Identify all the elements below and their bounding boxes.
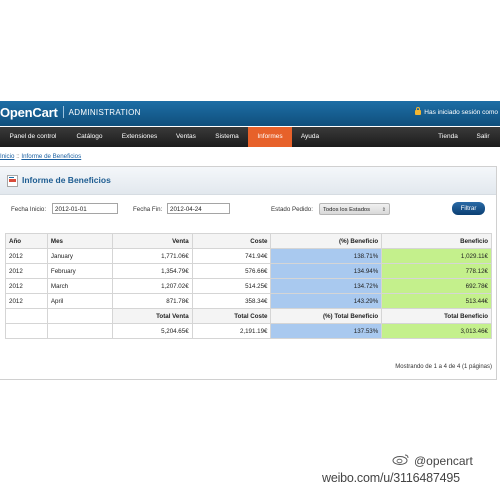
table-cell-empty bbox=[5, 308, 48, 324]
table-cell: 576.66€ bbox=[191, 263, 272, 279]
menu-item-logout[interactable]: Salir bbox=[468, 127, 498, 147]
breadcrumb-current-link[interactable]: Informe de Beneficios bbox=[21, 153, 81, 160]
totals-header: Total Coste bbox=[191, 308, 272, 324]
report-box-heading: Informe de Beneficios bbox=[0, 167, 496, 195]
pagination-text: Mostrando de 1 a 4 de 4 (1 páginas) bbox=[395, 364, 492, 370]
table-cell: 143.29% bbox=[270, 293, 383, 309]
watermark-handle: @opencart bbox=[414, 454, 473, 468]
total-profit-cell: 3,013.46€ bbox=[381, 323, 492, 339]
table-cell: 513.44€ bbox=[381, 293, 492, 309]
column-header[interactable]: Beneficio bbox=[381, 233, 492, 249]
page-title: Informe de Beneficios bbox=[22, 175, 111, 185]
logo-divider bbox=[62, 106, 64, 118]
menu-item-reports[interactable]: Informes bbox=[248, 127, 292, 147]
menu-item-dashboard[interactable]: Panel de control bbox=[0, 127, 66, 147]
table-cell-empty bbox=[5, 323, 48, 339]
totals-header: Total Beneficio bbox=[381, 308, 492, 324]
table-cell: 741.94€ bbox=[191, 248, 272, 264]
main-menu: Panel de control Catálogo Extensiones Ve… bbox=[0, 127, 500, 147]
table-cell: 2012 bbox=[5, 263, 48, 279]
table-cell: 1,354.79€ bbox=[111, 263, 193, 279]
table-cell: January bbox=[46, 248, 113, 264]
column-header[interactable]: Venta bbox=[111, 233, 193, 249]
menu-item-catalog[interactable]: Catálogo bbox=[66, 127, 113, 147]
table-cell: 2012 bbox=[5, 278, 48, 294]
logo-text: OpenCart bbox=[0, 105, 58, 120]
menu-item-system[interactable]: Sistema bbox=[206, 127, 248, 147]
column-header[interactable]: Año bbox=[5, 233, 48, 249]
opencart-logo[interactable]: OpenCart ADMINISTRATION bbox=[0, 105, 141, 120]
breadcrumb-separator: :: bbox=[16, 153, 20, 160]
table-cell: 134.72% bbox=[270, 278, 383, 294]
report-icon bbox=[7, 175, 18, 187]
menu-item-label: Ayuda bbox=[300, 133, 320, 140]
table-cell-empty bbox=[46, 323, 113, 339]
menu-item-label: Tienda bbox=[438, 133, 458, 140]
table-cell: 2012 bbox=[5, 293, 48, 309]
menu-item-label: Extensiones bbox=[121, 133, 158, 140]
table-cell-empty bbox=[46, 308, 113, 324]
end-date-input[interactable]: 2012-04-24 bbox=[167, 203, 230, 214]
filter-button[interactable]: Filtrar bbox=[452, 202, 485, 215]
table-row: 2012 February 1,354.79€ 576.66€ 134.94% … bbox=[5, 263, 492, 279]
table-row: 2012 April 871.78€ 358.34€ 143.29% 513.4… bbox=[5, 293, 492, 309]
lock-icon bbox=[415, 107, 422, 115]
watermark-url: weibo.com/u/3116487495 bbox=[322, 471, 460, 485]
table-cell: 1,029.11€ bbox=[381, 248, 492, 264]
table-cell: 138.71% bbox=[270, 248, 383, 264]
table-cell: 2012 bbox=[5, 248, 48, 264]
totals-header-row: Total Venta Total Coste (%) Total Benefi… bbox=[5, 308, 492, 324]
login-text: Has iniciado sesión como bbox=[424, 109, 498, 116]
table-cell: 1,207.02€ bbox=[111, 278, 193, 294]
weibo-icon bbox=[392, 454, 409, 465]
total-cost-cell: 2,191.19€ bbox=[191, 323, 272, 339]
menu-item-label: Ventas bbox=[176, 133, 196, 140]
table-cell: 1,771.06€ bbox=[111, 248, 193, 264]
table-cell: February bbox=[46, 263, 113, 279]
column-header[interactable]: (%) Beneficio bbox=[270, 233, 383, 249]
order-status-value: Todos los Estados bbox=[323, 207, 371, 213]
column-header[interactable]: Mes bbox=[46, 233, 113, 249]
table-header-row: Año Mes Venta Coste (%) Beneficio Benefi… bbox=[5, 233, 492, 249]
menu-item-label: Informes bbox=[257, 133, 283, 140]
total-sales-cell: 5,204.65€ bbox=[111, 323, 193, 339]
start-date-label: Fecha Inicio: bbox=[11, 206, 47, 213]
table-cell: March bbox=[46, 278, 113, 294]
menu-item-label: Sistema bbox=[215, 133, 239, 140]
order-status-select[interactable]: Todos los Estados ⇕ bbox=[319, 203, 390, 215]
table-cell: 778.12€ bbox=[381, 263, 492, 279]
table-cell: 134.94% bbox=[270, 263, 383, 279]
total-percent-cell: 137.53% bbox=[270, 323, 383, 339]
menu-item-label: Salir bbox=[476, 133, 490, 140]
login-status: Has iniciado sesión como bbox=[415, 107, 498, 116]
logo-subtitle: ADMINISTRATION bbox=[68, 108, 141, 117]
menu-item-store[interactable]: Tienda bbox=[428, 127, 468, 147]
table-cell: 692.78€ bbox=[381, 278, 492, 294]
order-status-label: Estado Pedido: bbox=[271, 206, 313, 213]
menu-item-label: Catálogo bbox=[76, 133, 103, 140]
table-cell: 358.34€ bbox=[191, 293, 272, 309]
totals-header: Total Venta bbox=[111, 308, 193, 324]
table-row: 2012 January 1,771.06€ 741.94€ 138.71% 1… bbox=[5, 248, 492, 264]
table-cell: April bbox=[46, 293, 113, 309]
breadcrumb: Inicio :: Informe de Beneficios bbox=[0, 153, 81, 160]
end-date-label: Fecha Fin: bbox=[133, 206, 163, 213]
table-cell: 871.78€ bbox=[111, 293, 193, 309]
menu-item-help[interactable]: Ayuda bbox=[292, 127, 328, 147]
column-header[interactable]: Coste bbox=[191, 233, 272, 249]
start-date-input[interactable]: 2012-01-01 bbox=[52, 203, 118, 214]
table-cell: 514.25€ bbox=[191, 278, 272, 294]
totals-row: 5,204.65€ 2,191.19€ 137.53% 3,013.46€ bbox=[5, 323, 492, 339]
menu-item-extensions[interactable]: Extensiones bbox=[113, 127, 166, 147]
breadcrumb-home-link[interactable]: Inicio bbox=[0, 153, 14, 160]
menu-item-label: Panel de control bbox=[9, 133, 57, 140]
menu-item-sales[interactable]: Ventas bbox=[166, 127, 206, 147]
select-arrows-icon: ⇕ bbox=[381, 207, 386, 213]
header-bar: OpenCart ADMINISTRATION Has iniciado sesi… bbox=[0, 101, 500, 126]
table-row: 2012 March 1,207.02€ 514.25€ 134.72% 692… bbox=[5, 278, 492, 294]
report-table: Año Mes Venta Coste (%) Beneficio Benefi… bbox=[5, 233, 492, 339]
totals-header: (%) Total Beneficio bbox=[270, 308, 383, 324]
